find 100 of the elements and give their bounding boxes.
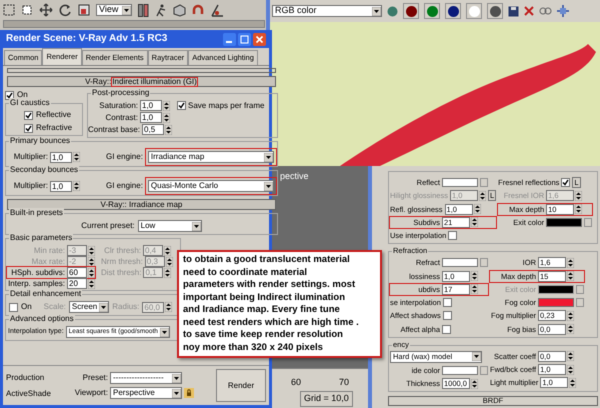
spinner-arrows-icon[interactable] [567,324,574,334]
spinner-arrows-icon[interactable] [471,378,478,389]
field-label: Dist thresh: [101,268,142,278]
clone-icon[interactable] [539,6,552,16]
channel-dropdown[interactable]: RGB color [272,5,382,17]
color-swatch[interactable] [442,258,478,268]
angle-icon[interactable] [211,4,224,16]
checkbox[interactable] [442,311,452,320]
caret-icon [172,388,181,398]
gi-engine-dropdown[interactable]: Quasi-Monte Carlo [148,180,274,192]
checkbox[interactable] [442,298,452,308]
scale-dropdown[interactable]: Screen [68,301,110,313]
spinner-arrows-icon[interactable] [567,364,574,375]
caret-icon [372,6,381,16]
group-title: Detail enhancement [9,289,82,299]
field-label: GI engine: [106,152,143,162]
field-label: On [17,90,28,99]
checkbox[interactable] [9,302,18,312]
checkbox[interactable] [442,324,451,334]
checkbox[interactable] [24,110,33,120]
spinner-arrows-icon[interactable] [471,217,478,228]
spinner-arrows-icon[interactable] [471,271,478,282]
rotate-icon[interactable] [59,4,72,16]
rollout-header[interactable]: V-Ray:: Irradiance map [7,199,276,210]
checkbox[interactable] [448,231,458,240]
close-icon[interactable] [253,32,266,46]
spinner-arrows-icon[interactable] [163,100,170,110]
color-swatch[interactable] [538,298,574,308]
field-label: Contrast base: [88,124,140,134]
rollout-title: Indirect illumination (GI) [112,76,197,86]
field-label: Saturation: [98,100,138,110]
checkbox[interactable] [5,90,14,100]
group-title: Advanced options [9,314,75,324]
field-label: Preset: [82,373,108,383]
mode-label[interactable]: ActiveShade [6,388,60,398]
field-label: Multiplier: [12,181,48,191]
scale-icon[interactable] [78,4,90,16]
viewport-label: pective [280,170,309,183]
group-title: Post-processing [91,88,150,98]
view-dropdown[interactable]: View [96,4,132,16]
field-label: Clr thresh: [103,246,141,256]
caret-icon [172,374,181,382]
field-label: Multiplier: [12,152,48,162]
color-swatch[interactable] [442,366,478,375]
rollout-header[interactable]: V-Ray::Indirect illumination (GI) [7,76,276,87]
render-button[interactable]: Render [216,369,266,402]
group-title: Built-in presets [9,208,64,218]
field-label: Nrm thresh: [101,256,143,266]
number-field[interactable]: 20 [67,278,87,289]
ruler-label: 70 [338,376,349,388]
number-field[interactable]: 60 [67,267,87,278]
number-field[interactable]: 1,0 [140,100,162,111]
color-swatch[interactable] [442,178,478,188]
spinner-arrows-icon[interactable] [474,204,481,214]
number-field[interactable]: 1,0 [140,112,162,123]
spinner-arrows-icon[interactable] [88,268,95,278]
spinner-arrows-icon[interactable] [575,204,582,214]
spinner-arrows-icon[interactable] [569,378,576,388]
save-icon[interactable] [508,6,519,16]
box-icon[interactable] [173,4,186,16]
spinner-arrows-icon[interactable] [165,124,172,134]
spinner-arrows-icon[interactable] [567,271,574,282]
spinner-arrows-icon[interactable] [567,310,574,321]
select-region-icon[interactable] [3,4,15,16]
rollout-prefix: V-Ray:: [85,76,112,86]
number-field[interactable]: 1,0 [50,180,72,192]
checkbox[interactable] [561,178,570,188]
mode-label[interactable]: Production [6,372,60,382]
spinner-arrows-icon[interactable] [471,284,478,294]
checkbox[interactable] [177,101,186,110]
spinner-arrows-icon[interactable] [73,181,80,191]
magnet-icon[interactable] [192,4,205,16]
spinner-arrows-icon[interactable] [88,278,95,288]
checkbox[interactable] [24,124,33,132]
field-label: Scale: [44,302,66,312]
spinner-arrows-icon[interactable] [567,258,574,268]
spinner-arrows-icon[interactable] [73,152,80,162]
number-field[interactable]: 0,5 [142,124,164,135]
field-label: HSph. subdivs: [10,268,65,278]
spinner-arrows-icon[interactable] [165,302,172,312]
spinner-arrows-icon[interactable] [567,351,574,362]
window-select-icon[interactable] [21,4,33,16]
preset-dropdown[interactable]: ------------------- [110,372,182,384]
number-field[interactable]: 1,0 [50,152,72,162]
field-label: Reflective [36,110,72,120]
preset-dropdown[interactable]: Low [138,220,202,232]
gi-engine-dropdown[interactable]: Irradiance map [148,151,274,163]
viewport-dropdown[interactable]: Perspective [110,387,182,399]
maximize-icon[interactable] [238,32,251,46]
crosshair-icon[interactable] [557,5,569,17]
spinner-arrows-icon[interactable] [163,112,170,122]
figure-icon[interactable] [155,4,167,16]
color-swatch[interactable] [546,218,582,227]
close-icon[interactable] [524,6,534,16]
move-icon[interactable] [39,3,53,17]
rollout-header[interactable] [7,68,276,73]
field-label: Current preset: [81,221,135,231]
lock-icon[interactable] [184,388,194,398]
field-label: GI engine: [106,181,143,191]
minimize-icon[interactable] [223,32,236,46]
